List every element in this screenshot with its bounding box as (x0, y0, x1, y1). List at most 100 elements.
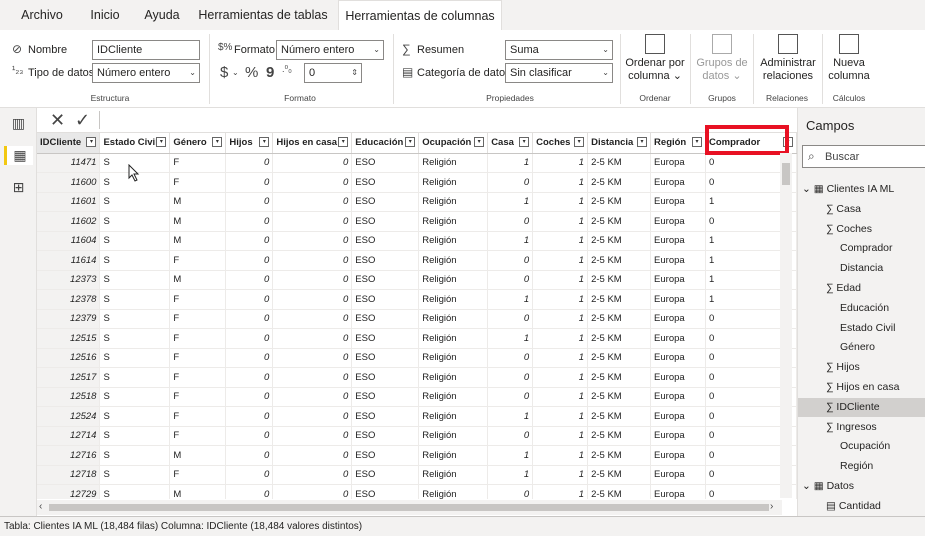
table-cell[interactable]: 0 (487, 348, 534, 368)
field-item[interactable]: Comprador (798, 239, 925, 258)
table-cell[interactable]: Europa (650, 153, 706, 173)
table-cell[interactable]: 0 (272, 426, 353, 446)
table-cell[interactable]: Europa (650, 192, 706, 212)
field-item[interactable]: ∑ Hijos en casa (798, 378, 925, 397)
table-cell[interactable]: ESO (351, 231, 420, 251)
table-cell[interactable]: Europa (650, 406, 706, 427)
table-cell[interactable]: S (99, 426, 171, 446)
table-cell[interactable]: Religión (418, 250, 489, 271)
table-cell[interactable]: S (99, 328, 171, 349)
table-cell[interactable]: Europa (650, 328, 706, 349)
table-cell[interactable]: 0 (487, 172, 534, 193)
table-cell[interactable]: 0 (272, 367, 353, 388)
table-cell[interactable]: S (99, 348, 171, 368)
field-item[interactable]: Educación (798, 299, 925, 318)
field-item[interactable]: ∑ Ingresos (798, 418, 925, 437)
table-cell[interactable]: F (169, 250, 227, 271)
table-cell[interactable]: ESO (351, 445, 420, 466)
table-cell[interactable]: 1 (532, 484, 589, 499)
table-cell[interactable]: 0 (272, 192, 353, 212)
table-cell[interactable]: F (169, 367, 227, 388)
table-cell[interactable]: 0 (487, 484, 534, 499)
table-cell[interactable]: 1 (532, 406, 589, 427)
table-cell[interactable]: 0 (225, 348, 274, 368)
filter-dropdown-icon[interactable]: ▾ (212, 137, 223, 147)
format-select[interactable]: Número entero ⌄ (276, 40, 384, 60)
table-cell[interactable]: Europa (650, 270, 706, 290)
table-cell[interactable]: Religión (418, 211, 489, 232)
table-cell[interactable]: 1 (532, 250, 589, 271)
table-cell[interactable]: F (169, 309, 227, 329)
table-cell[interactable]: 0 (225, 270, 274, 290)
field-item[interactable]: ∑ IDCliente (798, 397, 925, 417)
table-cell[interactable]: M (169, 192, 227, 212)
horizontal-scrollbar[interactable]: ‹ › (37, 500, 782, 515)
table-cell[interactable]: ESO (351, 153, 420, 173)
table-cell[interactable]: 0 (225, 153, 274, 173)
table-cell[interactable]: Europa (650, 250, 706, 271)
filter-dropdown-icon[interactable]: ▾ (156, 137, 167, 147)
table-cell[interactable]: 11471 (37, 153, 101, 173)
table-cell[interactable]: 11600 (37, 172, 101, 193)
table-cell[interactable]: F (169, 289, 227, 310)
table-cell[interactable]: ESO (351, 426, 420, 446)
table-cell[interactable]: Religión (418, 231, 489, 251)
field-item[interactable]: ⌄ ▦ Datos (798, 477, 925, 496)
filter-dropdown-icon[interactable]: ▾ (474, 137, 485, 147)
table-cell[interactable]: 0 (272, 348, 353, 368)
table-cell[interactable]: 0 (487, 387, 534, 407)
table-cell[interactable]: ESO (351, 367, 420, 388)
field-item[interactable]: ∑ Coches (798, 220, 925, 239)
filter-dropdown-icon[interactable]: ▾ (519, 137, 530, 147)
table-cell[interactable]: S (99, 406, 171, 427)
summary-select[interactable]: Suma ⌄ (505, 40, 613, 60)
column-header[interactable]: Coches ▾ (532, 133, 589, 154)
table-cell[interactable]: S (99, 465, 171, 485)
table-cell[interactable]: 2-5 KM (587, 484, 652, 499)
table-cell[interactable]: 1 (532, 465, 589, 485)
table-cell[interactable]: ESO (351, 309, 420, 329)
table-cell[interactable]: 2-5 KM (587, 153, 652, 173)
column-name-input[interactable]: IDCliente (92, 40, 200, 60)
table-cell[interactable]: 11602 (37, 211, 101, 232)
report-view-icon[interactable]: ▥ (9, 114, 28, 133)
table-cell[interactable]: ESO (351, 211, 420, 232)
table-cell[interactable]: 0 (487, 367, 534, 388)
table-cell[interactable]: 0 (487, 250, 534, 271)
table-cell[interactable]: 0 (272, 250, 353, 271)
table-cell[interactable]: Europa (650, 426, 706, 446)
table-cell[interactable]: M (169, 211, 227, 232)
table-cell[interactable]: ESO (351, 465, 420, 485)
table-cell[interactable]: 12515 (37, 328, 101, 349)
table-cell[interactable]: ESO (351, 406, 420, 427)
table-cell[interactable]: ESO (351, 192, 420, 212)
table-cell[interactable]: 2-5 KM (587, 465, 652, 485)
table-cell[interactable]: 2-5 KM (587, 406, 652, 427)
table-cell[interactable]: 1 (532, 289, 589, 310)
table-cell[interactable]: Religión (418, 426, 489, 446)
table-cell[interactable]: 0 (225, 211, 274, 232)
comma-icon[interactable]: 9 (266, 64, 274, 81)
table-cell[interactable]: 12718 (37, 465, 101, 485)
table-cell[interactable]: 0 (272, 231, 353, 251)
table-cell[interactable]: 0 (272, 484, 353, 499)
table-cell[interactable]: 2-5 KM (587, 387, 652, 407)
table-cell[interactable]: 0 (272, 309, 353, 329)
table-cell[interactable]: 2-5 KM (587, 309, 652, 329)
table-cell[interactable]: 2-5 KM (587, 445, 652, 466)
table-cell[interactable]: ESO (351, 289, 420, 310)
table-cell[interactable]: S (99, 367, 171, 388)
table-cell[interactable]: 1 (532, 211, 589, 232)
table-cell[interactable]: 0 (225, 484, 274, 499)
table-cell[interactable]: 0 (225, 406, 274, 427)
column-header[interactable]: Hijos en casa ▾ (272, 133, 353, 154)
table-cell[interactable]: 2-5 KM (587, 328, 652, 349)
column-header[interactable]: Distancia ▾ (587, 133, 652, 154)
table-cell[interactable]: F (169, 426, 227, 446)
table-cell[interactable]: Europa (650, 231, 706, 251)
field-item[interactable]: ▤ Cantidad (798, 497, 925, 516)
table-cell[interactable]: 0 (487, 211, 534, 232)
table-cell[interactable]: 11604 (37, 231, 101, 251)
table-cell[interactable]: 12378 (37, 289, 101, 310)
table-cell[interactable]: 11601 (37, 192, 101, 212)
